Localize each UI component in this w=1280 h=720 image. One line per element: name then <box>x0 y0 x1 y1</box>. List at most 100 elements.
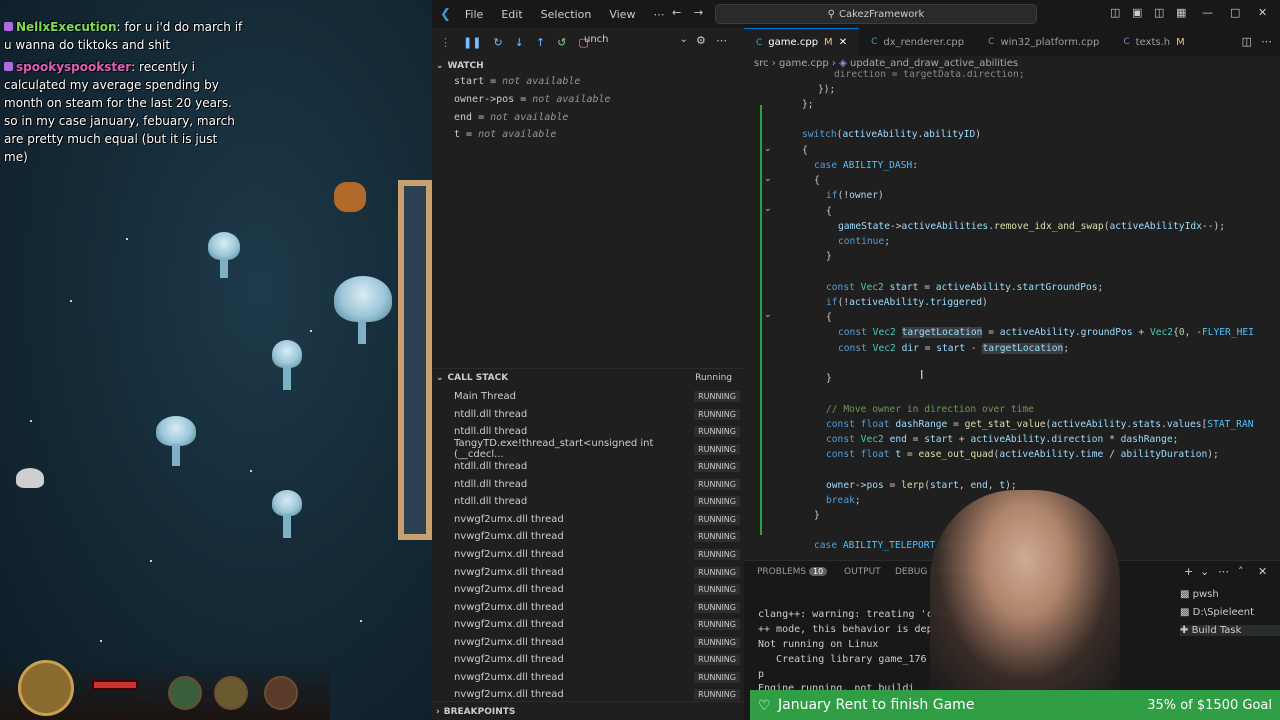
breadcrumb-item[interactable]: game.cpp <box>779 58 829 69</box>
terminal-session[interactable]: ▩ pwsh <box>1180 589 1219 600</box>
tab-problems[interactable]: PROBLEMS 10 <box>757 567 828 577</box>
thread-row[interactable]: nvwgf2umx.dll thread RUNNING <box>454 669 740 686</box>
fold-icon[interactable]: ⌄ <box>764 310 772 320</box>
thread-status: RUNNING <box>694 408 740 420</box>
breadcrumb: src › game.cpp › ◈ update_and_draw_activ… <box>754 58 1018 69</box>
forward-arrow-icon[interactable]: → <box>694 6 703 19</box>
thread-row[interactable]: TangyTD.exe!thread_start<unsigned int (_… <box>454 438 740 460</box>
terminal-session[interactable]: ✚ Build Task <box>1180 625 1280 636</box>
minimize-icon[interactable]: — <box>1202 6 1213 19</box>
add-terminal-icon[interactable]: + <box>1184 565 1193 578</box>
layout-toggle-icon[interactable]: ◫ <box>1110 6 1120 19</box>
ability-slot[interactable] <box>168 676 202 710</box>
breakpoints-section-header[interactable]: › BREAKPOINTS <box>432 701 744 720</box>
split-editor-icon[interactable]: ◫ <box>1242 35 1252 48</box>
function-icon: ◈ <box>839 58 850 69</box>
watch-item[interactable]: t = not available <box>454 129 556 140</box>
thread-row[interactable]: ntdll.dll thread RUNNING <box>454 476 740 493</box>
tab-output[interactable]: OUTPUT <box>844 567 881 577</box>
cpp-file-icon: C <box>871 37 878 47</box>
thread-row[interactable]: nvwgf2umx.dll thread RUNNING <box>454 546 740 563</box>
watch-item[interactable]: start = not available <box>454 76 580 87</box>
more-actions-icon[interactable]: ⋯ <box>1261 35 1272 48</box>
step-over-icon[interactable]: ↻ <box>493 36 502 49</box>
thread-row[interactable]: ntdll.dll thread RUNNING <box>454 458 740 475</box>
thread-status: RUNNING <box>694 443 740 455</box>
tab-win32-platform[interactable]: C win32_platform.cpp <box>976 28 1111 56</box>
tools-icon: ✚ <box>1180 625 1192 636</box>
breadcrumb-item[interactable]: update_and_draw_active_abilities <box>850 58 1018 69</box>
thread-status: RUNNING <box>694 496 740 508</box>
drag-handle-icon[interactable]: ⋮ <box>440 36 451 49</box>
thread-status: RUNNING <box>694 671 740 683</box>
grid-layout-icon[interactable]: ▦ <box>1176 6 1186 19</box>
breadcrumb-item[interactable]: src <box>754 58 769 69</box>
gear-icon[interactable]: ⚙ <box>696 34 706 47</box>
chevron-down-icon[interactable]: ⌄ <box>1200 565 1209 578</box>
ability-slot[interactable] <box>264 676 298 710</box>
step-out-icon[interactable]: ↑ <box>536 36 545 49</box>
thread-row[interactable]: nvwgf2umx.dll thread RUNNING <box>454 634 740 651</box>
thread-name: nvwgf2umx.dll thread <box>454 671 564 683</box>
menu-more[interactable]: ⋯ <box>653 8 664 21</box>
thread-status: RUNNING <box>694 391 740 402</box>
close-icon[interactable]: ✕ <box>1258 6 1267 19</box>
vscode-window: ❮ File Edit Selection View ⋯ ← → ⚲ Cakez… <box>432 0 1280 720</box>
chevron-down-icon: ⌄ <box>679 34 688 45</box>
thread-status: RUNNING <box>694 548 740 560</box>
more-actions-icon[interactable]: ⋯ <box>1218 565 1229 578</box>
terminal-icon: ▩ <box>1180 607 1193 618</box>
chat-badge-icon <box>4 62 13 71</box>
thread-row[interactable]: ntdll.dll thread RUNNING <box>454 406 740 423</box>
watch-section-header[interactable]: ⌄ WATCH <box>432 56 744 76</box>
code-editor[interactable]: direction = targetData.direction; }); };… <box>744 70 1280 558</box>
close-icon[interactable]: ✕ <box>839 37 847 48</box>
menu-view[interactable]: View <box>609 8 635 21</box>
tab-texts-h[interactable]: C texts.h M <box>1111 28 1196 56</box>
thread-status: RUNNING <box>694 601 740 613</box>
thread-row[interactable]: nvwgf2umx.dll thread RUNNING <box>454 599 740 616</box>
ability-slot[interactable] <box>214 676 248 710</box>
thread-row[interactable]: nvwgf2umx.dll thread RUNNING <box>454 564 740 581</box>
thread-row[interactable]: ntdll.dll thread RUNNING <box>454 493 740 510</box>
terminal-session[interactable]: ▩ D:\Spieleent <box>1180 607 1254 618</box>
terminal-line: ++ mode, this behavior is depr <box>758 624 939 635</box>
thread-row[interactable]: nvwgf2umx.dll thread RUNNING <box>454 651 740 668</box>
problems-count-badge: 10 <box>809 567 828 576</box>
tab-dx-renderer[interactable]: C dx_renderer.cpp <box>859 28 976 56</box>
pause-icon[interactable]: ❚❚ <box>463 36 481 49</box>
thread-row[interactable]: nvwgf2umx.dll thread RUNNING <box>454 528 740 545</box>
snow-tree <box>156 416 196 446</box>
thread-row[interactable]: nvwgf2umx.dll thread RUNNING <box>454 616 740 633</box>
thread-status: RUNNING <box>694 461 740 473</box>
watch-item[interactable]: owner->pos = not available <box>454 94 611 105</box>
thread-status: RUNNING <box>694 689 740 701</box>
command-center[interactable]: ⚲ CakezFramework <box>715 4 1037 24</box>
fold-icon[interactable]: ⌄ <box>764 144 772 154</box>
menu-edit[interactable]: Edit <box>501 8 522 21</box>
restart-icon[interactable]: ↺ <box>557 36 566 49</box>
chevron-down-icon: ⌄ <box>436 61 444 71</box>
sidebar-toggle-icon[interactable]: ◫ <box>1154 6 1164 19</box>
thread-row[interactable]: nvwgf2umx.dll thread RUNNING <box>454 511 740 528</box>
callstack-section-header[interactable]: ⌄ CALL STACK Running <box>432 368 744 388</box>
launch-config-select[interactable]: unch ⌄ <box>584 34 688 50</box>
more-actions-icon[interactable]: ⋯ <box>716 34 727 47</box>
menu-file[interactable]: File <box>465 8 483 21</box>
editor-tabs: C game.cpp M ✕ C dx_renderer.cpp C win32_… <box>744 28 1280 56</box>
watch-item[interactable]: end = not available <box>454 112 568 123</box>
back-arrow-icon[interactable]: ← <box>672 6 681 19</box>
tab-game-cpp[interactable]: C game.cpp M ✕ <box>744 28 860 56</box>
header-file-icon: C <box>1123 37 1130 47</box>
step-into-icon[interactable]: ↓ <box>515 36 524 49</box>
menu-selection[interactable]: Selection <box>541 8 592 21</box>
close-panel-icon[interactable]: ✕ <box>1258 565 1267 578</box>
chevron-up-icon[interactable]: ˄ <box>1238 565 1244 578</box>
thread-row[interactable]: nvwgf2umx.dll thread RUNNING <box>454 581 740 598</box>
thread-row[interactable]: Main Thread RUNNING <box>454 388 740 405</box>
panel-toggle-icon[interactable]: ▣ <box>1132 6 1142 19</box>
maximize-icon[interactable]: □ <box>1230 6 1240 19</box>
fold-icon[interactable]: ⌄ <box>764 204 772 214</box>
fold-icon[interactable]: ⌄ <box>764 174 772 184</box>
thread-name: nvwgf2umx.dll thread <box>454 584 564 596</box>
